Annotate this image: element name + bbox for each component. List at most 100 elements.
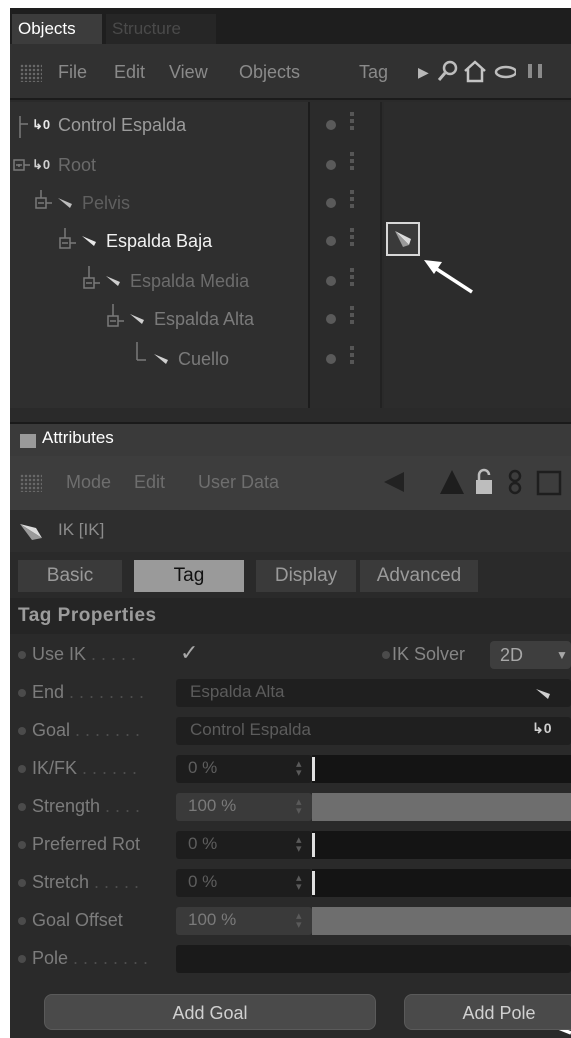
animation-dot-icon[interactable] <box>18 651 26 659</box>
joint-icon <box>130 314 144 324</box>
tree-item-cuello[interactable]: Cuello <box>10 340 310 378</box>
visibility-toggle-icon[interactable] <box>350 190 354 211</box>
attributes-title: Attributes <box>42 428 114 447</box>
pole-link-field[interactable] <box>176 945 571 973</box>
animation-dot-icon[interactable] <box>18 727 26 735</box>
animation-dot-icon[interactable] <box>18 765 26 773</box>
stepper-arrows-icon[interactable]: ▴ ▾ <box>296 835 302 855</box>
tree-item-label: Espalda Baja <box>106 231 213 251</box>
tree-item-espalda-alta[interactable]: Espalda Alta <box>10 300 310 338</box>
grip-icon[interactable] <box>20 474 42 492</box>
visibility-flags-column <box>310 102 382 408</box>
render-dot-icon[interactable] <box>326 314 336 324</box>
menu-view[interactable]: View <box>169 60 208 84</box>
tab-structure[interactable]: Structure <box>106 14 216 44</box>
render-dot-icon[interactable] <box>326 276 336 286</box>
home-icon[interactable] <box>462 58 486 84</box>
menu-file[interactable]: File <box>58 60 87 84</box>
ik-fk-slider[interactable] <box>312 755 571 783</box>
attribute-tabs: Basic Tag Display Advanced <box>10 552 571 598</box>
tree-item-control-espalda[interactable]: ↳0 Control Espalda <box>10 106 310 144</box>
animation-dot-icon[interactable] <box>18 955 26 963</box>
menu-edit[interactable]: Edit <box>134 472 165 493</box>
stepper-arrows-icon[interactable]: ▴ ▾ <box>296 911 302 931</box>
menu-overflow-arrow-icon[interactable]: ▶ <box>418 64 429 81</box>
stepper-arrows-icon[interactable]: ▴ ▾ <box>296 797 302 817</box>
slider-handle[interactable] <box>312 833 315 857</box>
menu-edit[interactable]: Edit <box>114 60 145 84</box>
tab-objects[interactable]: Objects <box>12 14 102 44</box>
visibility-toggle-icon[interactable] <box>350 346 354 367</box>
joint-icon <box>58 198 72 208</box>
tree-item-espalda-baja[interactable]: Espalda Baja <box>10 222 310 260</box>
tree-item-label: Root <box>58 155 97 175</box>
prop-goal: Goal . . . . . . . Control Espalda ↳0 <box>10 714 571 748</box>
add-goal-button[interactable]: Add Goal <box>44 994 376 1030</box>
render-dot-icon[interactable] <box>326 354 336 364</box>
add-pole-button[interactable]: Add Pole <box>404 994 571 1030</box>
tab-advanced[interactable]: Advanced <box>360 560 478 592</box>
menu-tag[interactable]: Tag <box>359 60 388 84</box>
stretch-value: 0 % <box>188 872 218 891</box>
visibility-toggle-icon[interactable] <box>350 228 354 249</box>
preferred-rot-slider[interactable] <box>312 831 571 859</box>
tab-tag[interactable]: Tag <box>134 560 244 592</box>
strength-value: 100 % <box>188 796 237 815</box>
animation-dot-icon[interactable] <box>18 689 26 697</box>
prop-label: Preferred Rot <box>32 834 141 854</box>
render-dot-icon[interactable] <box>326 198 336 208</box>
new-window-icon[interactable] <box>534 468 564 498</box>
prop-label: Strength . . . . <box>32 796 141 816</box>
back-arrow-icon[interactable] <box>380 468 408 496</box>
tab-display[interactable]: Display <box>256 560 356 592</box>
tree-item-root[interactable]: ↳0 Root <box>10 146 310 184</box>
object-name: IK [IK] <box>58 520 105 539</box>
slider-handle[interactable] <box>312 757 315 781</box>
animation-dot-icon[interactable] <box>18 917 26 925</box>
slider-handle[interactable] <box>312 871 315 895</box>
render-dot-icon[interactable] <box>326 160 336 170</box>
use-ik-checkbox[interactable]: ✓ <box>180 640 198 666</box>
menu-mode[interactable]: Mode <box>66 472 111 493</box>
menu-objects[interactable]: Objects <box>239 60 300 84</box>
menu-user-data[interactable]: User Data <box>198 472 279 493</box>
ik-tag-icon <box>20 524 42 540</box>
prop-label: End . . . . . . . . <box>32 682 145 702</box>
tree-item-label: Cuello <box>178 349 230 369</box>
strength-slider[interactable] <box>312 793 571 821</box>
null-object-icon: ↳0 <box>32 157 51 172</box>
link-icon[interactable] <box>504 468 530 498</box>
prop-label: Pole . . . . . . . . <box>32 948 149 968</box>
joint-icon <box>536 689 550 699</box>
search-icon[interactable] <box>436 58 460 84</box>
tab-basic[interactable]: Basic <box>18 560 122 592</box>
render-dot-icon[interactable] <box>326 120 336 130</box>
tree-item-pelvis[interactable]: Pelvis <box>10 184 310 222</box>
visibility-toggle-icon[interactable] <box>350 268 354 289</box>
attributes-menubar: Mode Edit User Data <box>10 456 571 510</box>
animation-dot-icon[interactable] <box>18 841 26 849</box>
animation-dot-icon[interactable] <box>382 651 390 659</box>
prop-label: Goal . . . . . . . <box>32 720 141 740</box>
grip-icon[interactable] <box>20 64 42 82</box>
up-arrow-icon[interactable] <box>438 468 466 496</box>
render-dot-icon[interactable] <box>326 236 336 246</box>
tree-item-espalda-media[interactable]: Espalda Media <box>10 262 310 300</box>
animation-dot-icon[interactable] <box>18 803 26 811</box>
animation-dot-icon[interactable] <box>18 879 26 887</box>
section-title: Tag Properties <box>10 598 571 634</box>
lock-icon[interactable] <box>472 468 498 496</box>
more-icon[interactable] <box>524 58 548 84</box>
ik-tag-icon[interactable] <box>386 222 420 256</box>
visibility-toggle-icon[interactable] <box>350 112 354 133</box>
stepper-arrows-icon[interactable]: ▴ ▾ <box>296 759 302 779</box>
visibility-toggle-icon[interactable] <box>350 152 354 173</box>
stepper-arrows-icon[interactable]: ▴ ▾ <box>296 873 302 893</box>
tree-item-label: Espalda Media <box>130 271 250 291</box>
stretch-slider[interactable] <box>312 869 571 897</box>
ik-solver-dropdown[interactable]: 2D ▼ <box>490 641 571 669</box>
visibility-toggle-icon[interactable] <box>350 306 354 327</box>
goal-offset-slider[interactable] <box>312 907 571 935</box>
chain-icon[interactable] <box>492 58 516 84</box>
prop-use-ik: Use IK . . . . . ✓ IK Solver 2D ▼ <box>10 638 571 672</box>
